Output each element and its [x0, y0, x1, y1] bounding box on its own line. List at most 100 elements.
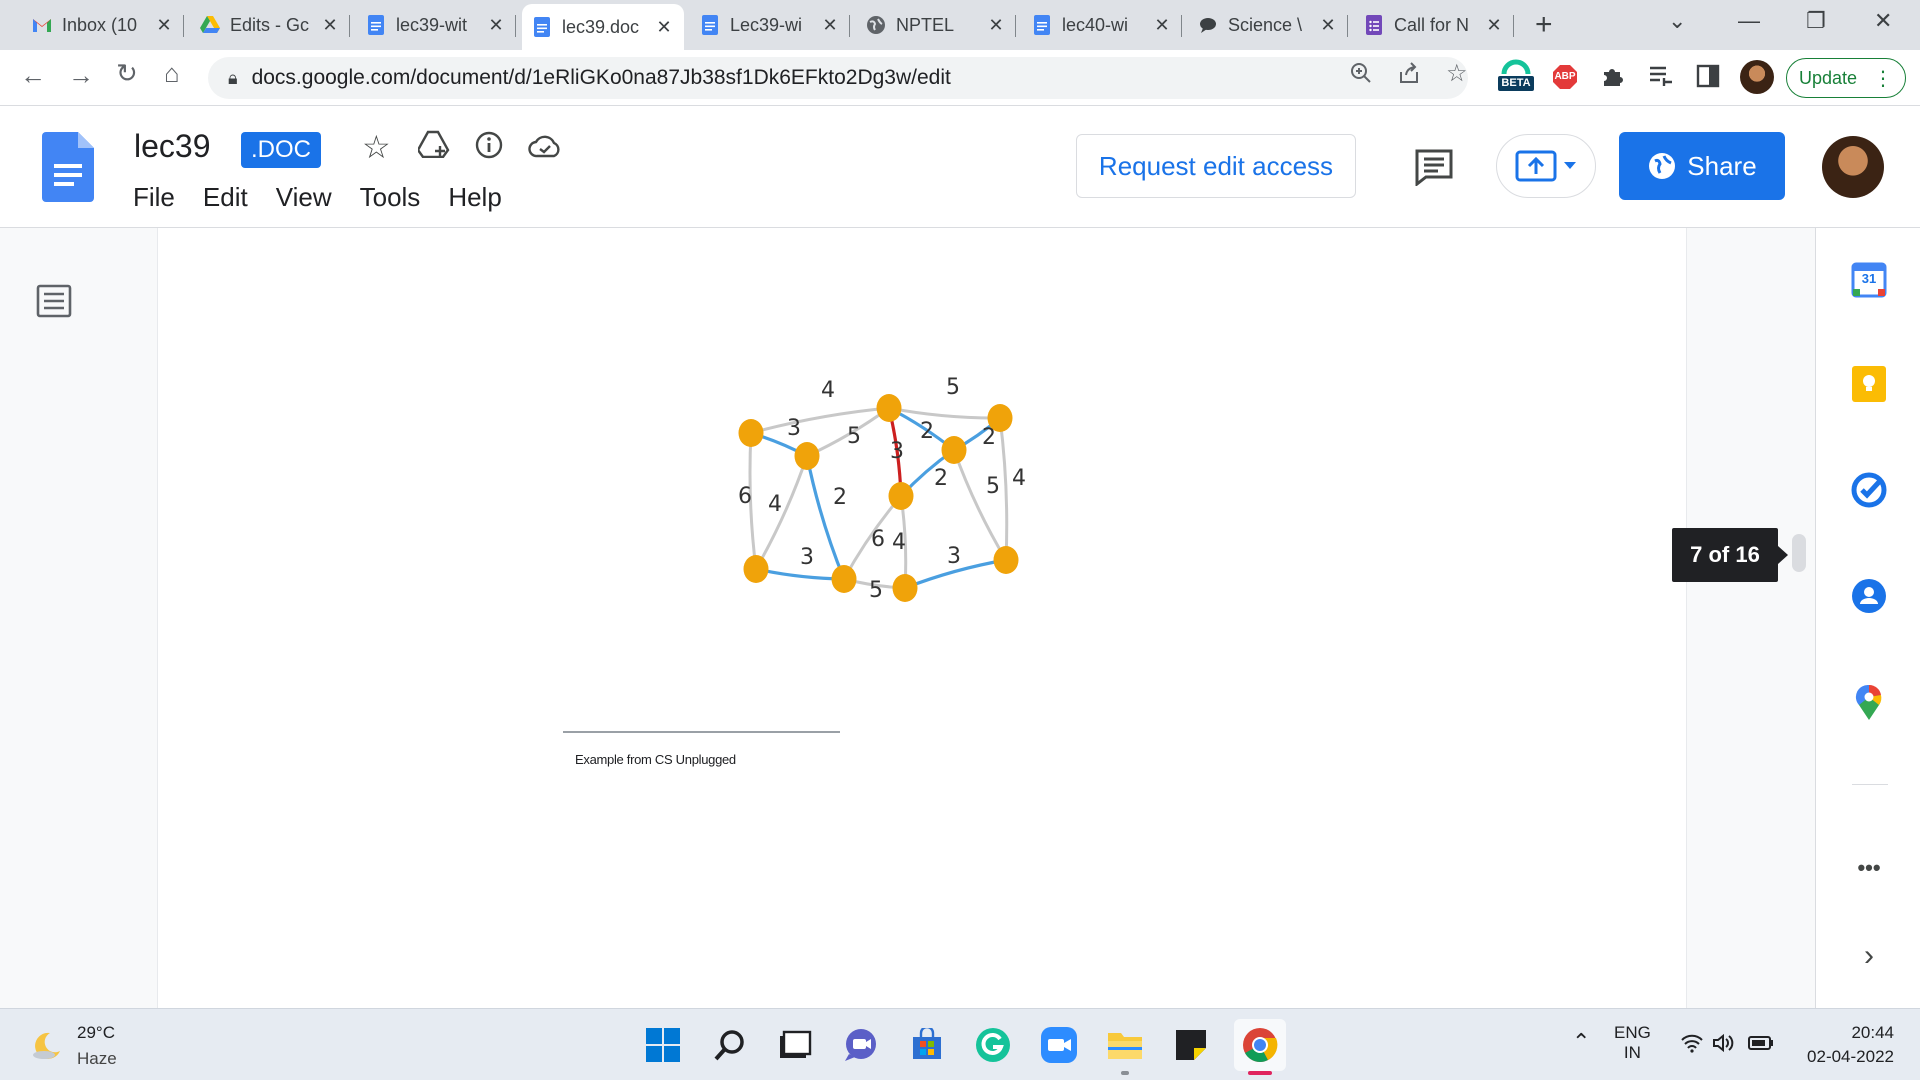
docs-logo-icon[interactable] [42, 132, 94, 207]
profile-avatar[interactable] [1740, 60, 1774, 94]
minimize-icon[interactable]: — [1738, 8, 1760, 34]
menu-dots-icon: ⋮ [1873, 67, 1894, 90]
close-icon[interactable]: ✕ [1152, 15, 1172, 36]
graph-node [794, 442, 820, 470]
comment-history-icon[interactable] [1414, 148, 1454, 191]
account-avatar[interactable] [1822, 136, 1884, 198]
tab-call-for[interactable]: Call for N ✕ [1354, 8, 1514, 42]
contacts-icon[interactable] [1849, 576, 1889, 616]
teams-chat-icon[interactable] [841, 1025, 881, 1065]
menu-view[interactable]: View [276, 182, 332, 213]
close-icon[interactable]: ✕ [320, 15, 340, 36]
present-button[interactable] [1496, 134, 1596, 198]
move-to-drive-icon[interactable] [416, 130, 450, 165]
graph-edge [754, 567, 846, 581]
expand-icon[interactable]: › [1849, 936, 1889, 976]
reload-icon[interactable]: ↻ [116, 58, 138, 89]
edge-weight-label: 2 [934, 466, 948, 491]
document-outline-icon[interactable] [36, 284, 72, 323]
info-icon[interactable] [474, 130, 504, 167]
tab-search-icon[interactable]: ⌄ [1668, 8, 1686, 34]
extensions-icon[interactable] [1600, 64, 1624, 93]
share-button[interactable]: Share [1619, 132, 1785, 200]
graph-edge [998, 416, 1009, 562]
grammarly-icon[interactable] [973, 1025, 1013, 1065]
update-label: Update [1798, 67, 1858, 88]
edge-weight-label: 2 [920, 419, 934, 444]
edge-weight-label: 4 [768, 492, 782, 517]
sticky-notes-icon[interactable] [1171, 1025, 1211, 1065]
chrome-taskbar-icon[interactable] [1234, 1019, 1286, 1071]
menu-edit[interactable]: Edit [203, 182, 248, 213]
close-icon[interactable]: ✕ [986, 15, 1006, 36]
zoom-app-icon[interactable] [1039, 1025, 1079, 1065]
store-icon[interactable] [907, 1025, 947, 1065]
clock[interactable]: 20:44 02-04-2022 [1794, 1023, 1894, 1067]
menu-file[interactable]: File [133, 182, 175, 213]
tab-inbox[interactable]: Inbox (10 ✕ [22, 8, 184, 42]
windows-start-icon[interactable] [643, 1025, 683, 1065]
tray-chevron-icon[interactable]: ⌃ [1572, 1029, 1590, 1055]
edge-weight-label: 2 [833, 485, 847, 510]
new-tab-button[interactable]: + [1535, 10, 1553, 40]
request-edit-access-button[interactable]: Request edit access [1076, 134, 1356, 198]
battery-icon[interactable] [1748, 1035, 1774, 1056]
weather-temperature[interactable]: 29°C [77, 1023, 115, 1043]
page-indicator: 7 of 16 [1672, 528, 1788, 582]
tab-science[interactable]: Science \ ✕ [1188, 8, 1348, 42]
tab-lec39-wi[interactable]: Lec39-wi ✕ [690, 8, 850, 42]
star-icon[interactable]: ☆ [362, 128, 391, 166]
calendar-icon[interactable]: 31 [1849, 260, 1889, 300]
tab-nptel[interactable]: NPTEL ✕ [856, 8, 1016, 42]
share-page-icon[interactable] [1398, 62, 1420, 90]
tab-lec39-doc[interactable]: lec39.doc ✕ [522, 4, 684, 50]
more-icon[interactable]: ••• [1849, 848, 1889, 888]
language-line2: IN [1623, 1043, 1641, 1062]
drive-icon [200, 15, 220, 35]
adblock-icon[interactable]: ABP [1552, 64, 1578, 95]
menu-tools[interactable]: Tools [360, 182, 421, 213]
language-indicator[interactable]: ENG IN [1614, 1023, 1651, 1063]
forward-icon[interactable]: → [68, 60, 94, 91]
close-icon[interactable]: ✕ [154, 15, 174, 36]
close-icon[interactable]: ✕ [1318, 15, 1338, 36]
tab-lec39-wit[interactable]: lec39-wit ✕ [356, 8, 516, 42]
tab-title: lec40-wi [1062, 14, 1129, 35]
maps-icon[interactable] [1849, 682, 1889, 722]
close-icon[interactable]: ✕ [486, 15, 506, 36]
task-view-icon[interactable] [775, 1025, 815, 1065]
windows-taskbar: 29°C Haze ⌃ ENG IN 20:44 02-04-2022 [0, 1008, 1920, 1080]
search-icon[interactable] [710, 1025, 750, 1065]
weather-moon-icon[interactable] [30, 1031, 62, 1066]
menu-help[interactable]: Help [448, 182, 501, 213]
volume-icon[interactable] [1712, 1033, 1736, 1058]
tab-title: Call for N [1394, 14, 1470, 35]
home-icon[interactable]: ⌂ [164, 58, 180, 89]
tab-edits[interactable]: Edits - Gc ✕ [190, 8, 350, 42]
tab-lec40[interactable]: lec40-wi ✕ [1022, 8, 1182, 42]
document-title[interactable]: lec39 [134, 128, 211, 165]
close-icon[interactable]: ✕ [1484, 15, 1504, 36]
grammarly-beta-icon[interactable]: BETA [1496, 56, 1536, 99]
side-panel-icon[interactable] [1696, 64, 1720, 93]
close-icon[interactable]: ✕ [820, 15, 840, 36]
tab-title: Lec39-wi [730, 14, 803, 35]
keep-icon[interactable] [1849, 364, 1889, 404]
back-icon[interactable]: ← [20, 60, 46, 91]
weather-description[interactable]: Haze [77, 1049, 117, 1069]
edge-weight-label: 3 [947, 544, 961, 569]
address-bar[interactable]: 🔒︎ docs.google.com/document/d/1eRliGKo0n… [208, 57, 1468, 99]
scrollbar-thumb[interactable] [1792, 534, 1806, 572]
reading-list-icon[interactable] [1648, 64, 1674, 93]
close-icon[interactable]: ✕ [654, 17, 674, 38]
restore-icon[interactable]: ❐ [1806, 8, 1826, 34]
wifi-icon[interactable] [1680, 1033, 1704, 1058]
file-explorer-icon[interactable] [1105, 1025, 1145, 1065]
zoom-icon[interactable] [1350, 62, 1372, 90]
cloud-status-icon[interactable] [528, 133, 562, 165]
tasks-icon[interactable] [1849, 470, 1889, 510]
bookmark-star-icon[interactable]: ☆ [1446, 59, 1468, 88]
window-close-icon[interactable]: ✕ [1874, 8, 1892, 34]
update-button[interactable]: Update ⋮ [1786, 58, 1906, 98]
share-label: Share [1687, 150, 1757, 181]
